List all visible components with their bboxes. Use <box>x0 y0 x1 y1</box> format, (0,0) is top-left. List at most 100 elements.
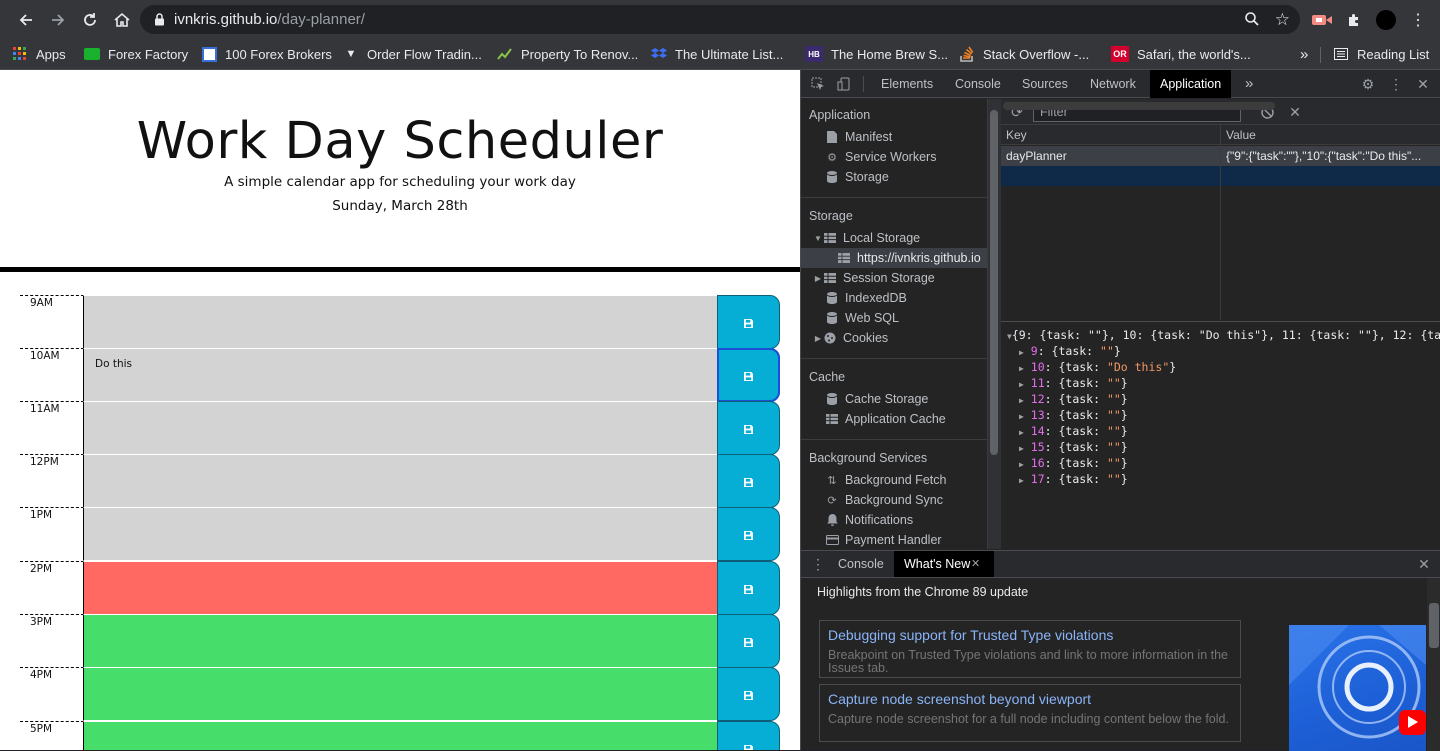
tab-network[interactable]: Network <box>1080 70 1146 98</box>
bookmark-100-forex-brokers[interactable]: 100 Forex Brokers <box>201 43 332 65</box>
save-button[interactable] <box>717 295 780 349</box>
gear-icon[interactable]: ⚙ <box>1360 76 1376 92</box>
sidebar-item-payment-handler[interactable]: Payment Handler <box>801 530 987 549</box>
bookmark-property[interactable]: Property To Renov... <box>497 43 638 65</box>
preview-item[interactable]: ▶ 10: {task: "Do this"} <box>1019 360 1176 374</box>
bookmark-ultimate-list[interactable]: The Ultimate List... <box>651 43 783 65</box>
drawer-menu-icon[interactable]: ⋮ <box>810 556 826 572</box>
expand-icon[interactable]: ▶ <box>1019 380 1024 389</box>
task-textarea[interactable] <box>83 667 717 721</box>
save-button[interactable] <box>717 454 780 508</box>
bookmark-forex-factory[interactable]: Forex Factory <box>84 43 188 65</box>
profile-avatar-icon[interactable] <box>1375 9 1397 31</box>
card-title-link[interactable]: Debugging support for Trusted Type viola… <box>828 627 1113 643</box>
whats-new-card[interactable]: Debugging support for Trusted Type viola… <box>819 620 1241 678</box>
column-header-key[interactable]: Key <box>1001 125 1220 145</box>
task-textarea[interactable]: Do this <box>83 348 717 402</box>
reload-icon[interactable] <box>74 4 106 36</box>
expand-right-icon[interactable]: ▶ <box>813 274 823 283</box>
sidebar-item-origin[interactable]: https://ivnkris.github.io <box>801 248 987 268</box>
more-tabs-button[interactable]: » <box>1235 70 1263 98</box>
delete-selected-icon[interactable]: ✕ <box>1287 104 1303 120</box>
preview-hscrollbar[interactable] <box>1001 507 1440 521</box>
device-toolbar-icon[interactable] <box>836 76 852 92</box>
tab-console[interactable]: Console <box>945 70 1011 98</box>
sidebar-item-local-storage[interactable]: ▼Local Storage <box>801 228 987 248</box>
preview-item[interactable]: ▶ 13: {task: ""} <box>1019 408 1128 422</box>
task-textarea[interactable] <box>83 295 717 349</box>
expand-icon[interactable]: ▶ <box>1019 428 1024 437</box>
close-drawer-icon[interactable]: ✕ <box>1416 556 1432 572</box>
sidebar-item-background-sync[interactable]: ⟳Background Sync <box>801 490 987 510</box>
whats-new-card[interactable]: Capture node screenshot beyond viewport … <box>819 684 1241 742</box>
task-textarea[interactable] <box>83 721 717 750</box>
save-button[interactable] <box>717 348 780 402</box>
bookmark-safari-books[interactable]: OR Safari, the world's... <box>1111 43 1251 65</box>
expand-icon[interactable]: ▶ <box>1019 476 1024 485</box>
video-extension-icon[interactable] <box>1311 9 1333 31</box>
devtools-menu-icon[interactable]: ⋮ <box>1388 76 1404 92</box>
bookmark-apps[interactable]: Apps <box>12 43 66 65</box>
sidebar-item-notifications[interactable]: Notifications <box>801 510 987 530</box>
save-button[interactable] <box>717 667 780 721</box>
more-bookmarks-button[interactable]: » <box>1300 43 1308 65</box>
menu-kebab-icon[interactable]: ⋮ <box>1407 9 1429 31</box>
task-textarea[interactable] <box>83 507 717 561</box>
expand-icon[interactable]: ▶ <box>1019 444 1024 453</box>
task-textarea[interactable] <box>83 614 717 668</box>
forward-icon[interactable] <box>42 4 74 36</box>
preview-item[interactable]: ▶ 16: {task: ""} <box>1019 456 1128 470</box>
preview-summary[interactable]: ▼{9: {task: ""}, 10: {task: "Do this"}, … <box>1007 328 1440 342</box>
preview-item[interactable]: ▶ 9: {task: ""} <box>1019 344 1121 358</box>
preview-item[interactable]: ▶ 15: {task: ""} <box>1019 440 1128 454</box>
preview-item[interactable]: ▶ 14: {task: ""} <box>1019 424 1128 438</box>
tab-sources[interactable]: Sources <box>1012 70 1078 98</box>
preview-hscroll-thumb[interactable] <box>1003 102 1275 110</box>
sidebar-item-session-storage[interactable]: ▶Session Storage <box>801 268 987 288</box>
address-bar[interactable]: ivnkris.github.io/day-planner/ ☆ <box>140 5 1300 34</box>
expand-icon[interactable]: ▶ <box>1019 364 1024 373</box>
tab-application[interactable]: Application <box>1150 70 1231 98</box>
back-icon[interactable] <box>10 4 42 36</box>
bookmark-order-flow[interactable]: ▼ Order Flow Tradin... <box>343 43 482 65</box>
lock-icon[interactable] <box>152 13 166 27</box>
reading-list-button[interactable]: Reading List <box>1333 43 1429 65</box>
expand-icon[interactable]: ▶ <box>1019 348 1024 357</box>
inspect-element-icon[interactable] <box>810 76 826 92</box>
preview-item[interactable]: ▶ 11: {task: ""} <box>1019 376 1128 390</box>
save-button[interactable] <box>717 401 780 455</box>
preview-item[interactable]: ▶ 17: {task: ""} <box>1019 472 1128 486</box>
task-textarea[interactable] <box>83 561 717 615</box>
close-tab-icon[interactable]: ✕ <box>971 557 980 570</box>
sidebar-item-background-fetch[interactable]: ⇅Background Fetch <box>801 470 987 490</box>
expand-down-icon[interactable]: ▼ <box>813 234 823 243</box>
bookmark-star-icon[interactable]: ☆ <box>1275 10 1290 30</box>
card-title-link[interactable]: Capture node screenshot beyond viewport <box>828 691 1091 707</box>
expand-icon[interactable]: ▶ <box>1019 460 1024 469</box>
zoom-icon[interactable] <box>1244 11 1260 32</box>
sidebar-item-manifest[interactable]: Manifest <box>801 127 987 147</box>
tab-elements[interactable]: Elements <box>871 70 943 98</box>
sidebar-item-indexeddb[interactable]: IndexedDB <box>801 288 987 308</box>
column-header-value[interactable]: Value <box>1221 125 1440 145</box>
storage-key[interactable]: dayPlanner <box>1001 146 1220 166</box>
sidebar-item-web-sql[interactable]: Web SQL <box>801 308 987 328</box>
task-textarea[interactable] <box>83 454 717 508</box>
save-button[interactable] <box>717 721 780 750</box>
bookmark-home-brew[interactable]: HB The Home Brew S... <box>805 43 948 65</box>
sidebar-scroll-thumb[interactable] <box>990 110 998 455</box>
sidebar-item-application-cache[interactable]: Application Cache <box>801 409 987 429</box>
expand-icon[interactable]: ▶ <box>1019 412 1024 421</box>
expand-icon[interactable]: ▶ <box>1019 396 1024 405</box>
bookmark-stack-overflow[interactable]: Stack Overflow -... <box>959 43 1089 65</box>
save-button[interactable] <box>717 561 780 615</box>
sidebar-item-cache-storage[interactable]: Cache Storage <box>801 389 987 409</box>
home-icon[interactable] <box>106 4 138 36</box>
save-button[interactable] <box>717 507 780 561</box>
url-text[interactable]: ivnkris.github.io/day-planner/ <box>174 11 365 28</box>
extensions-puzzle-icon[interactable] <box>1343 9 1365 31</box>
close-devtools-icon[interactable]: ✕ <box>1415 76 1431 92</box>
drawer-scroll-thumb[interactable] <box>1429 603 1439 648</box>
save-button[interactable] <box>717 614 780 668</box>
task-textarea[interactable] <box>83 401 717 455</box>
